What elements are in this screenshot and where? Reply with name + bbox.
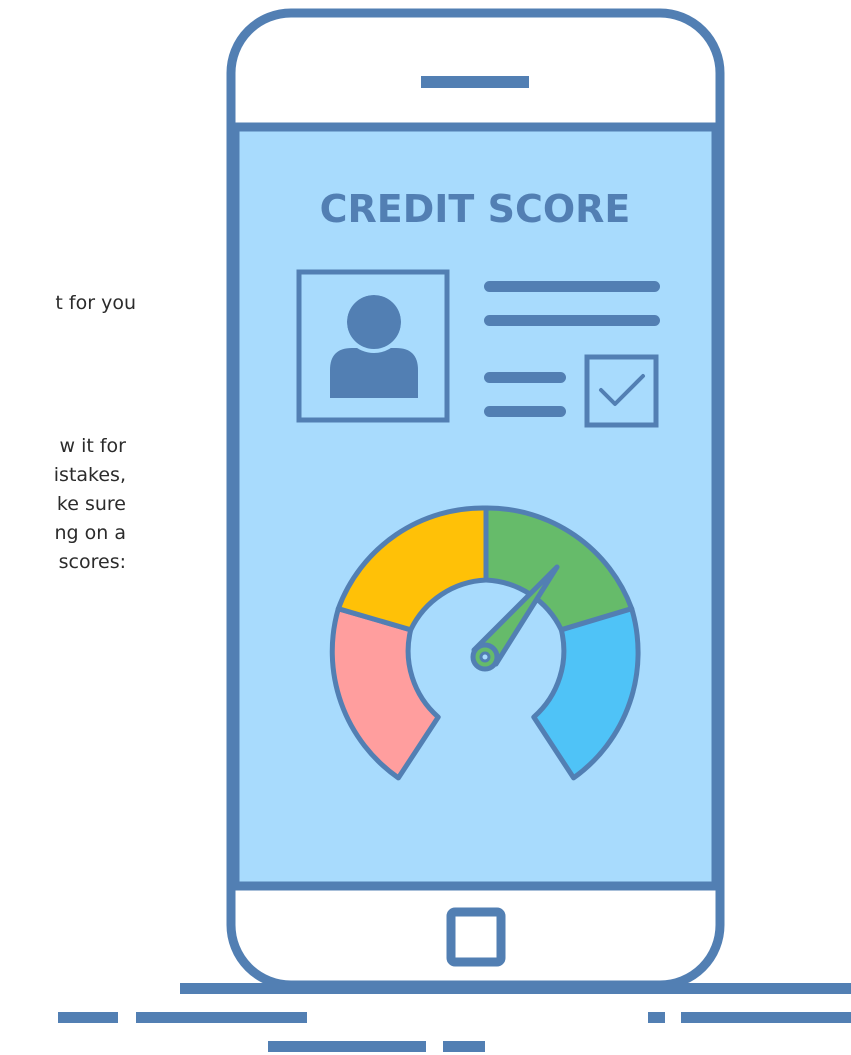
ground-dash-6 [681, 1012, 851, 1023]
phone-artwork: CREDIT SCORE [58, 8, 851, 1052]
info-line-4 [484, 406, 566, 417]
ground-dash-3 [268, 1041, 426, 1052]
ground-dash-2 [136, 1012, 307, 1023]
info-line-2 [484, 315, 660, 326]
ground-dash-1 [58, 1012, 118, 1023]
info-line-3 [484, 372, 566, 383]
screen-title: CREDIT SCORE [320, 187, 631, 231]
ground-dash-5 [648, 1012, 665, 1023]
ground-dash-4 [443, 1041, 485, 1052]
credit-score-illustration: t for you w it for istakes, ke sure ng o… [0, 0, 851, 1055]
speaker-grille [421, 76, 529, 88]
info-line-1 [484, 281, 660, 292]
ground-line [180, 983, 851, 994]
